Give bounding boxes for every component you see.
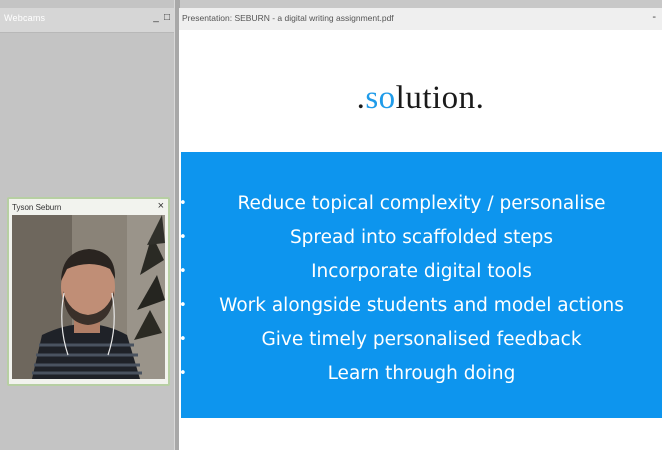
presentation-panel: Presentation: SEBURN - a digital writing…: [179, 8, 662, 450]
bullet-item: • Reduce topical complexity / personalise: [179, 187, 662, 221]
bullet-item: • Spread into scaffolded steps: [179, 221, 662, 255]
webcams-maximize-button[interactable]: □: [162, 12, 172, 24]
webcam-video: [12, 215, 165, 379]
bullet-dot-icon: •: [179, 298, 187, 313]
presentation-minimize-button[interactable]: -: [652, 11, 656, 23]
bullet-dot-icon: •: [179, 366, 187, 381]
heading-prefix: .: [356, 80, 366, 116]
webcams-title: Webcams: [4, 13, 46, 23]
bullet-item: • Incorporate digital tools: [179, 255, 662, 289]
webcam-video-image: [12, 215, 165, 379]
bullet-dot-icon: •: [179, 230, 187, 245]
bullet-item: • Learn through doing: [179, 357, 662, 391]
bullet-text: Learn through doing: [327, 363, 516, 384]
video-pod-header: Tyson Seburn ×: [9, 199, 168, 216]
presentation-title: Presentation: SEBURN - a digital writing…: [182, 13, 394, 23]
bullet-dot-icon: •: [179, 332, 187, 347]
bullet-text: Reduce topical complexity / personalise: [237, 193, 606, 214]
bullet-dot-icon: •: [179, 264, 187, 279]
bullet-item: • Give timely personalised feedback: [179, 323, 662, 357]
bullet-item: • Work alongside students and model actio…: [179, 289, 662, 323]
heading-rest: lution.: [395, 80, 485, 116]
participant-name: Tyson Seburn: [12, 203, 62, 212]
heading-accent: so: [365, 80, 396, 116]
slide: .solution. • Reduce topical complexity / …: [179, 30, 662, 450]
bullet-text: Work alongside students and model action…: [219, 295, 624, 316]
presentation-header: Presentation: SEBURN - a digital writing…: [179, 8, 662, 31]
close-video-button[interactable]: ×: [158, 200, 164, 212]
slide-heading: .solution.: [179, 80, 662, 117]
video-pod[interactable]: Tyson Seburn ×: [7, 197, 170, 386]
bullet-text: Spread into scaffolded steps: [289, 227, 554, 248]
bullet-dot-icon: •: [179, 196, 187, 211]
bullet-text: Give timely personalised feedback: [261, 329, 582, 350]
webcams-panel: Webcams _ □ Tyson Seburn ×: [0, 0, 174, 450]
slide-content-band: • Reduce topical complexity / personalise…: [179, 152, 662, 418]
bullet-text: Incorporate digital tools: [311, 261, 532, 282]
webcams-header: Webcams _ □: [0, 8, 174, 33]
bullet-list: • Reduce topical complexity / personalise…: [179, 187, 662, 391]
webcams-minimize-button[interactable]: _: [151, 12, 161, 24]
